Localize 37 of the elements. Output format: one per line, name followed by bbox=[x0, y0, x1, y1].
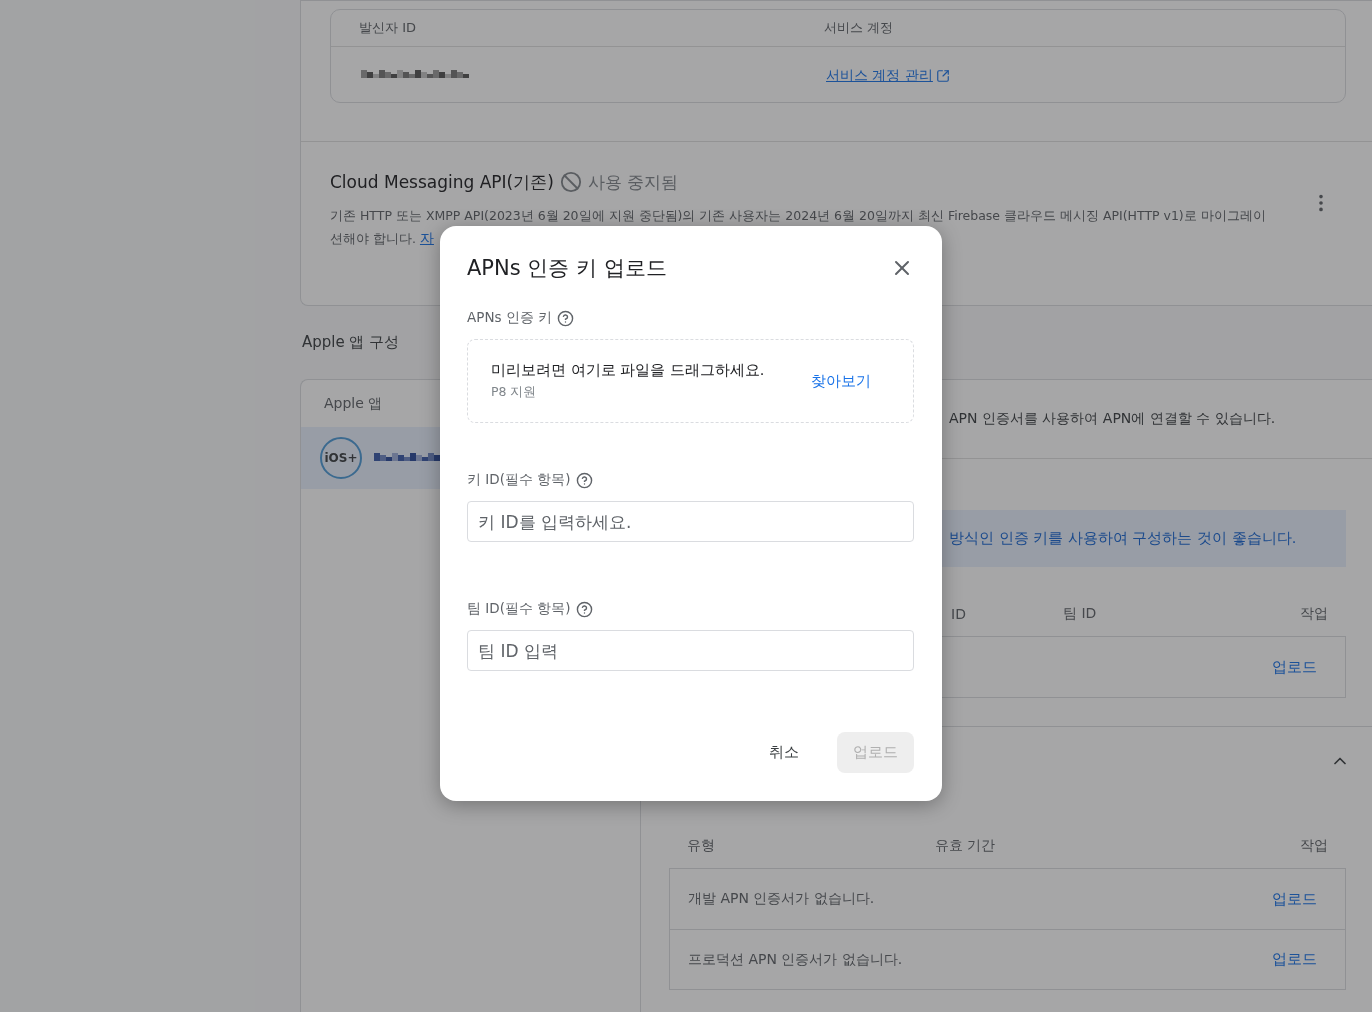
column-header: 작업 bbox=[1300, 837, 1328, 855]
platform-badge: iOS+ bbox=[320, 437, 362, 479]
service-account-link[interactable]: 서비스 계정 관리 bbox=[826, 66, 950, 85]
table-cell: 개발 APN 인증서가 없습니다. bbox=[688, 890, 875, 908]
help-icon[interactable] bbox=[557, 309, 575, 327]
input-field[interactable]: 팀 ID 입력 bbox=[467, 630, 914, 671]
file-dropzone[interactable]: 미리보려면 여기로 파일을 드래그하세요. P8 지원 찾아보기 bbox=[467, 339, 914, 423]
help-icon[interactable] bbox=[575, 471, 593, 489]
browse-link[interactable]: 찾아보기 bbox=[811, 371, 871, 391]
dropzone-text: 미리보려면 여기로 파일을 드래그하세요. bbox=[491, 361, 765, 380]
field-label: 팀 ID(필수 항목) bbox=[467, 600, 571, 618]
help-icon[interactable] bbox=[575, 600, 593, 618]
column-header: 작업 bbox=[1300, 605, 1328, 623]
upload-link[interactable]: 업로드 bbox=[1272, 657, 1317, 677]
status-label: 사용 중지됨 bbox=[587, 170, 679, 194]
section-heading: Apple 앱 구성 bbox=[302, 333, 400, 352]
column-header: 발신자 ID bbox=[359, 19, 417, 37]
input-field[interactable]: 키 ID를 입력하세요. bbox=[467, 501, 914, 542]
field-label: APNs 인증 키 bbox=[467, 309, 553, 327]
ban-icon bbox=[559, 171, 582, 193]
column-header: 서비스 계정 bbox=[824, 19, 895, 37]
section-title: Cloud Messaging API(기존) bbox=[330, 170, 554, 194]
upload-link[interactable]: 업로드 bbox=[1272, 889, 1317, 909]
cancel-button[interactable]: 취소 bbox=[753, 732, 815, 773]
column-header: 팀 ID bbox=[1063, 605, 1098, 623]
table-cell: 프로덕션 APN 인증서가 없습니다. bbox=[688, 950, 903, 969]
learn-more-link[interactable]: 자 bbox=[419, 227, 434, 250]
column-header: 유형 bbox=[687, 837, 716, 855]
column-header: ID bbox=[951, 606, 967, 622]
dialog-title: APNs 인증 키 업로드 bbox=[467, 255, 667, 282]
dropzone-hint: P8 지원 bbox=[491, 384, 538, 401]
field-label: 키 ID(필수 항목) bbox=[467, 471, 571, 489]
intro-text: APN 인증서를 사용하여 APN에 연결할 수 있습니다. bbox=[949, 410, 1276, 428]
column-header: Apple 앱 bbox=[324, 394, 383, 413]
external-link-icon bbox=[935, 68, 950, 83]
upload-link[interactable]: 업로드 bbox=[1272, 950, 1317, 969]
column-header: 유효 기간 bbox=[935, 837, 997, 855]
